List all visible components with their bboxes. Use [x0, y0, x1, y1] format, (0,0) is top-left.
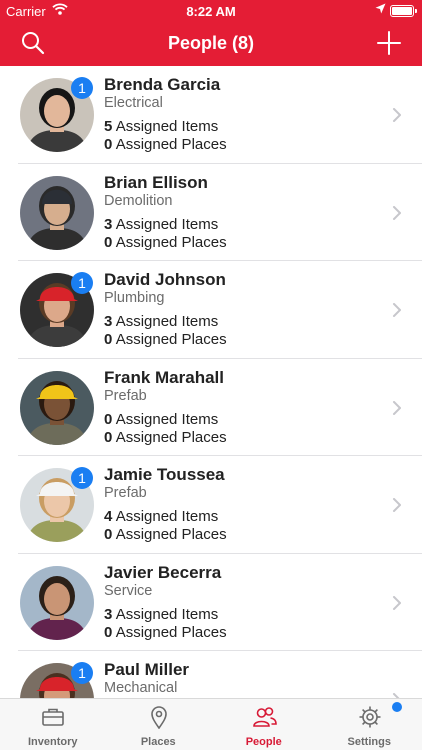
- assigned-places: 0 Assigned Places: [104, 623, 227, 641]
- chevron-right-icon: [393, 205, 401, 220]
- people-icon: [253, 707, 277, 727]
- person-row[interactable]: 1 Paul Miller Mechanical 0 Assigned Item…: [0, 651, 422, 699]
- assigned-items: 3 Assigned Items: [104, 605, 219, 623]
- notification-badge: 1: [71, 77, 93, 99]
- assigned-places: 0 Assigned Places: [104, 233, 227, 251]
- person-department: Service: [104, 582, 153, 599]
- briefcase-icon: [42, 708, 64, 726]
- status-bar: Carrier 8:22 AM: [0, 0, 422, 22]
- person-department: Prefab: [104, 485, 147, 501]
- tab-settings[interactable]: Settings: [317, 699, 422, 750]
- avatar: [20, 175, 94, 250]
- tab-label: People: [245, 736, 282, 748]
- chevron-right-icon: [393, 400, 401, 415]
- tab-inventory[interactable]: Inventory: [0, 699, 106, 750]
- person-row[interactable]: 1 Jamie Toussea Prefab 4 Assigned Items …: [0, 456, 422, 554]
- assigned-items: 3 Assigned Items: [104, 215, 219, 233]
- person-row[interactable]: 1 David Johnson Plumbing 3 Assigned Item…: [0, 261, 422, 359]
- assigned-places: 0 Assigned Places: [104, 526, 227, 543]
- notification-badge: 1: [71, 272, 93, 294]
- settings-notification-dot: [392, 702, 402, 712]
- avatar: [20, 565, 94, 640]
- avatar: [20, 370, 94, 445]
- tab-people[interactable]: People: [211, 699, 317, 750]
- person-name: Frank Marahall: [104, 367, 224, 387]
- notification-badge: 1: [71, 467, 93, 489]
- tab-label: Places: [140, 736, 176, 748]
- person-name: Jamie Toussea: [104, 465, 225, 484]
- assigned-items: 4 Assigned Items: [104, 508, 219, 525]
- person-name: Brian Ellison: [104, 172, 208, 192]
- chevron-right-icon: [393, 303, 401, 317]
- location-arrow-icon: [375, 3, 386, 14]
- assigned-items: 5 Assigned Items: [104, 118, 219, 135]
- chevron-right-icon: [393, 108, 401, 122]
- person-name: David Johnson: [104, 270, 226, 289]
- person-name: Paul Miller: [104, 660, 190, 679]
- person-name: Brenda Garcia: [104, 75, 221, 94]
- person-row[interactable]: Frank Marahall Prefab 0 Assigned Items 0…: [0, 359, 422, 457]
- people-list[interactable]: 1 Brenda Garcia Electrical 5 Assigned It…: [0, 66, 422, 699]
- assigned-items: 3 Assigned Items: [104, 313, 219, 330]
- person-department: Electrical: [104, 95, 163, 111]
- person-row[interactable]: 1 Brenda Garcia Electrical 5 Assigned It…: [0, 66, 422, 164]
- person-row[interactable]: Brian Ellison Demolition 3 Assigned Item…: [0, 164, 422, 262]
- battery-icon: [390, 5, 417, 17]
- chevron-right-icon: [393, 595, 401, 610]
- status-time: 8:22 AM: [186, 4, 236, 19]
- assigned-places: 0 Assigned Places: [104, 331, 227, 348]
- assigned-places: 0 Assigned Places: [104, 428, 227, 446]
- chevron-right-icon: [393, 498, 401, 512]
- person-department: Mechanical: [104, 680, 178, 696]
- person-department: Demolition: [104, 192, 173, 209]
- person-name: Javier Becerra: [104, 562, 222, 582]
- tab-bar: Inventory Places People Settings: [0, 698, 422, 750]
- nav-bar: People (8): [0, 22, 422, 66]
- add-icon[interactable]: [376, 30, 402, 56]
- notification-badge: 1: [71, 662, 93, 684]
- map-pin-icon: [150, 706, 167, 729]
- tab-label: Settings: [347, 736, 391, 748]
- page-title: People (8): [167, 33, 255, 53]
- person-department: Prefab: [104, 387, 147, 404]
- person-department: Plumbing: [104, 290, 165, 306]
- tab-label: Inventory: [27, 736, 78, 748]
- tab-places[interactable]: Places: [106, 699, 212, 750]
- assigned-places: 0 Assigned Places: [104, 136, 227, 153]
- header: Carrier 8:22 AM People (8): [0, 0, 422, 66]
- assigned-items: 0 Assigned Items: [104, 410, 219, 428]
- person-row[interactable]: Javier Becerra Service 3 Assigned Items …: [0, 554, 422, 652]
- gear-icon: [359, 706, 380, 728]
